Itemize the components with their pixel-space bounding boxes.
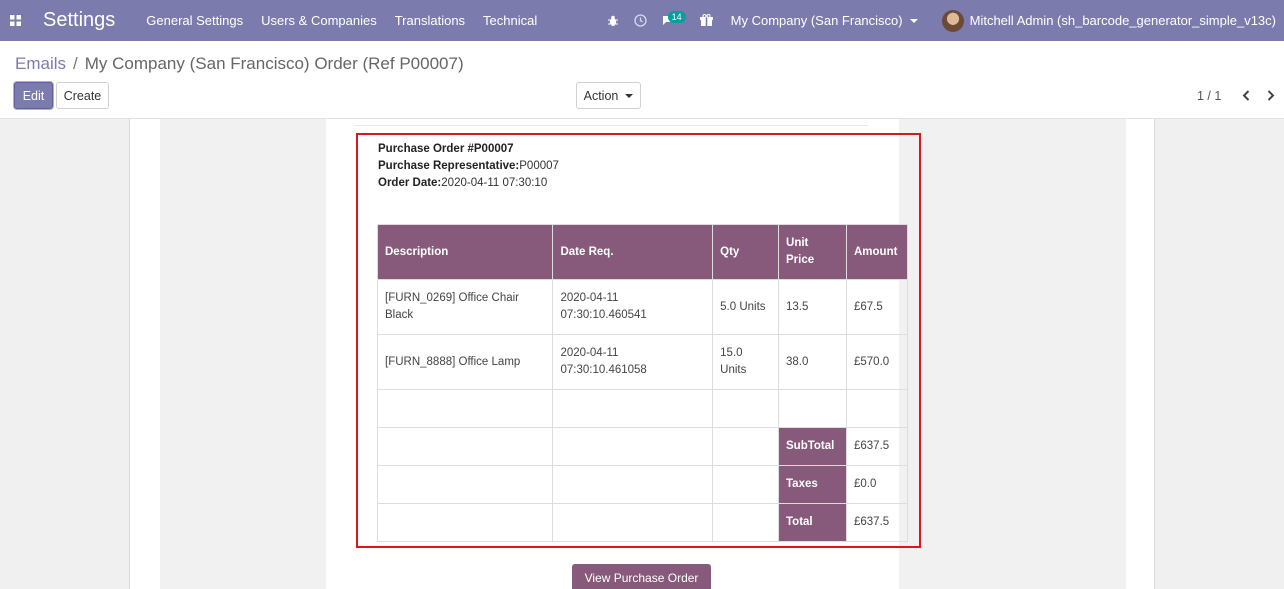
table-row: [FURN_8888] Office Lamp 2020-04-11 07:30… — [376, 334, 909, 390]
taxes-value: £0.0 — [845, 465, 909, 504]
total-row: Total £637.5 — [376, 503, 909, 542]
user-name: Mitchell Admin (sh_barcode_generator_sim… — [969, 13, 1276, 28]
pager-value[interactable]: 1 / 1 — [1197, 89, 1221, 103]
empty-cell — [552, 427, 714, 466]
pager-previous-icon[interactable] — [1239, 87, 1253, 103]
chevron-down-icon — [909, 18, 918, 23]
subtotal-row: SubTotal £637.5 — [376, 427, 909, 466]
total-label: Total — [778, 503, 847, 542]
breadcrumb-emails-link[interactable]: Emails — [15, 54, 66, 74]
line-qty: 5.0 Units — [712, 279, 780, 335]
view-purchase-order-button[interactable]: View Purchase Order — [572, 564, 711, 589]
app-title[interactable]: Settings — [43, 9, 115, 32]
chevron-down-icon — [625, 93, 634, 98]
line-date: 2020-04-11 07:30:10.460541 — [552, 279, 714, 335]
column-header: Amount — [845, 224, 909, 280]
column-header: Date Req. — [552, 224, 714, 280]
empty-cell — [712, 427, 780, 466]
taxes-label: Taxes — [778, 465, 847, 504]
edit-button[interactable]: Edit — [14, 82, 53, 109]
empty-cell — [376, 465, 554, 504]
line-qty: 15.0 Units — [712, 334, 780, 390]
subtotal-value: £637.5 — [845, 427, 909, 466]
purchase-order-box: Purchase Order #P00007 Purchase Represen… — [356, 133, 921, 548]
line-amount: £570.0 — [845, 334, 909, 390]
empty-cell — [552, 389, 714, 428]
column-header: Qty — [712, 224, 780, 280]
empty-cell — [552, 503, 714, 542]
line-amount: £67.5 — [845, 279, 909, 335]
activity-clock-icon[interactable] — [627, 0, 655, 41]
action-label: Action — [583, 88, 619, 103]
table-row: [FURN_0269] Office Chair Black 2020-04-1… — [376, 279, 909, 335]
messages-badge: 14 — [667, 11, 686, 23]
menu-technical[interactable]: Technical — [483, 13, 537, 28]
empty-cell — [376, 389, 554, 428]
breadcrumb: Emails / My Company (San Francisco) Orde… — [15, 54, 464, 74]
company-switcher[interactable]: My Company (San Francisco) — [731, 13, 918, 28]
control-panel: Emails / My Company (San Francisco) Orde… — [0, 41, 1284, 119]
line-price: 13.5 — [778, 279, 847, 335]
empty-cell — [712, 389, 780, 428]
line-description: [FURN_0269] Office Chair Black — [376, 279, 554, 335]
company-name: My Company (San Francisco) — [730, 13, 903, 28]
form-content: Purchase Order #P00007 Purchase Represen… — [0, 119, 1284, 589]
action-dropdown-button[interactable]: Action — [576, 82, 641, 109]
messages-chat-icon[interactable]: 14 — [655, 0, 686, 41]
taxes-row: Taxes £0.0 — [376, 465, 909, 504]
apps-menu-icon[interactable] — [0, 0, 30, 41]
user-menu[interactable]: Mitchell Admin (sh_barcode_generator_sim… — [941, 9, 1276, 32]
debug-bug-icon[interactable] — [599, 0, 627, 41]
table-header-row: Description Date Req. Qty Unit Price Amo… — [376, 224, 909, 280]
total-value: £637.5 — [845, 503, 909, 542]
empty-cell — [376, 427, 554, 466]
date-value: 2020-04-11 07:30:10 — [441, 177, 548, 189]
empty-cell — [552, 465, 714, 504]
empty-cell — [712, 503, 780, 542]
order-number: Purchase Order #P00007 — [378, 143, 514, 155]
form-sheet: Purchase Order #P00007 Purchase Represen… — [129, 119, 1155, 589]
rep-label: Purchase Representative: — [378, 160, 520, 172]
table-row-empty — [376, 389, 909, 428]
subtotal-label: SubTotal — [778, 427, 847, 466]
column-header: Description — [376, 224, 554, 280]
menu-translations[interactable]: Translations — [395, 13, 465, 28]
empty-cell — [845, 389, 909, 428]
menu-general-settings[interactable]: General Settings — [146, 13, 243, 28]
pager-next-icon[interactable] — [1264, 87, 1278, 103]
line-date: 2020-04-11 07:30:10.461058 — [552, 334, 714, 390]
create-button[interactable]: Create — [56, 82, 109, 109]
top-navbar: Settings General Settings Users & Compan… — [0, 0, 1284, 41]
line-description: [FURN_8888] Office Lamp — [376, 334, 554, 390]
avatar — [941, 9, 964, 32]
empty-cell — [712, 465, 780, 504]
rep-value: P00007 — [519, 160, 559, 172]
column-header: Unit Price — [778, 224, 847, 280]
date-label: Order Date: — [378, 177, 442, 189]
order-header: Purchase Order #P00007 Purchase Represen… — [378, 141, 559, 192]
empty-cell — [376, 503, 554, 542]
breadcrumb-separator: / — [73, 54, 78, 73]
empty-cell — [778, 389, 847, 428]
line-price: 38.0 — [778, 334, 847, 390]
menu-users-companies[interactable]: Users & Companies — [261, 13, 377, 28]
order-lines-table: Description Date Req. Qty Unit Price Amo… — [376, 224, 909, 542]
divider — [355, 125, 868, 126]
breadcrumb-current: My Company (San Francisco) Order (Ref P0… — [84, 54, 464, 73]
gift-icon[interactable] — [693, 0, 721, 41]
